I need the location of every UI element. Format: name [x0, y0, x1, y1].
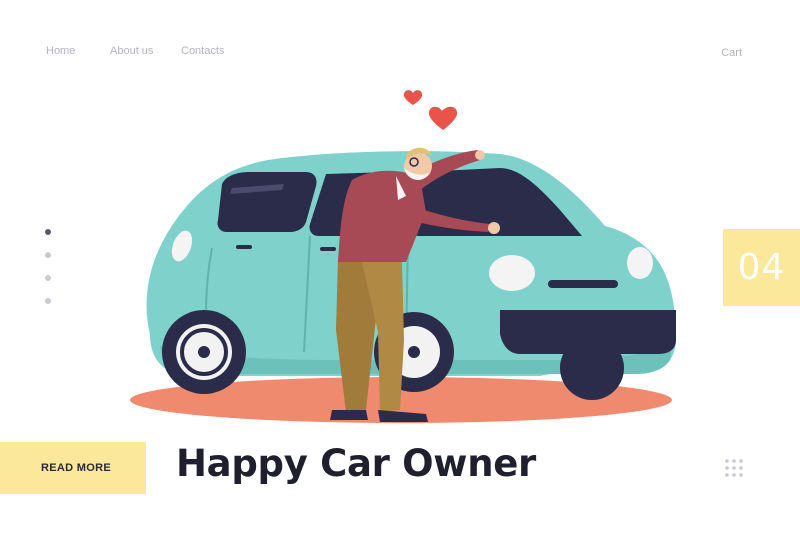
page-title: Happy Car Owner	[176, 442, 536, 485]
heart-icon-large	[428, 106, 458, 130]
heart-icon-small	[403, 90, 423, 105]
read-more-button[interactable]: READ MORE	[0, 442, 146, 494]
grid-dots-icon[interactable]	[724, 458, 744, 478]
